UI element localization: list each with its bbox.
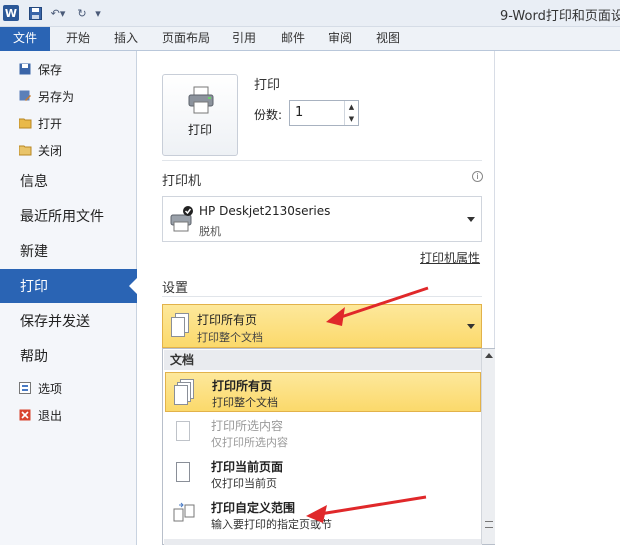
chevron-down-icon (467, 217, 475, 222)
tab-review[interactable]: 审阅 (322, 27, 358, 51)
printer-status: 脱机 (199, 225, 221, 238)
save-icon[interactable] (27, 4, 43, 22)
menu-item-title: 打印当前页面 (211, 460, 284, 474)
exit-icon (18, 408, 32, 422)
print-preview-area (495, 51, 620, 545)
nav-options-label: 选项 (38, 381, 63, 396)
print-button-label: 打印 (187, 123, 212, 137)
open-folder-icon (18, 116, 32, 130)
selected-range-title: 打印所有页 (197, 313, 258, 327)
ribbon-tabs: 文件 开始 插入 页面布局 引用 邮件 审阅 视图 (0, 27, 620, 51)
chevron-down-icon (467, 324, 475, 329)
nav-close-label: 关闭 (38, 143, 63, 158)
menu-item-desc: 仅打印所选内容 (211, 436, 288, 449)
menu-section-document: 文档 (164, 350, 482, 370)
undo-icon[interactable]: ↶▾ (47, 4, 69, 22)
nav-help[interactable]: 帮助 (0, 339, 137, 373)
close-folder-icon (18, 143, 32, 157)
all-pages-icon (174, 379, 194, 405)
save-icon (18, 62, 32, 76)
printer-name: HP Deskjet2130series (199, 204, 331, 218)
tab-mailings[interactable]: 邮件 (275, 27, 311, 51)
custom-range-icon (173, 501, 195, 525)
nav-save-send[interactable]: 保存并发送 (0, 304, 137, 338)
nav-open[interactable]: 打开 (0, 111, 137, 135)
divider (162, 160, 482, 161)
nav-open-label: 打开 (38, 116, 63, 131)
nav-exit[interactable]: 退出 (0, 403, 137, 427)
tab-insert[interactable]: 插入 (108, 27, 144, 51)
printer-header: 打印机 (162, 174, 202, 189)
save-as-icon (18, 89, 32, 103)
menu-item-title: 打印所有页 (212, 379, 273, 393)
printer-dropdown[interactable]: HP Deskjet2130series 脱机 (162, 196, 482, 242)
print-range-menu: 文档 打印所有页 打印整个文档 打印所选内容 仅打印所选内容 打印当前页面 仅打… (162, 348, 497, 545)
info-icon[interactable]: i (472, 171, 483, 182)
nav-recent[interactable]: 最近所用文件 (0, 199, 137, 233)
print-button[interactable]: 打印 (162, 74, 238, 156)
menu-item-desc: 仅打印当前页 (211, 477, 277, 490)
menu-item-desc: 打印整个文档 (212, 396, 278, 409)
redo-icon[interactable]: ↻ (74, 4, 90, 22)
menu-item-desc: 输入要打印的指定页或节 (211, 518, 332, 531)
divider (162, 296, 482, 297)
selection-page-icon (173, 419, 193, 445)
tab-references[interactable]: 引用 (226, 27, 262, 51)
options-icon (18, 381, 32, 395)
menu-item-title: 打印自定义范围 (211, 501, 296, 515)
menu-item-print-custom[interactable]: 打印自定义范围 输入要打印的指定页或节 (165, 495, 481, 535)
tab-file[interactable]: 文件 (0, 27, 50, 51)
nav-close[interactable]: 关闭 (0, 138, 137, 162)
nav-save-label: 保存 (38, 62, 63, 77)
menu-item-title: 打印所选内容 (211, 419, 284, 433)
tab-home[interactable]: 开始 (58, 27, 98, 51)
printer-properties-link[interactable]: 打印机属性 (420, 249, 480, 266)
copies-spin-buttons[interactable]: ▲ ▼ (344, 101, 358, 125)
word-app-icon[interactable]: W (3, 5, 19, 21)
all-pages-icon (171, 313, 191, 339)
title-bar: W ↶▾ ↻ ▾ 9-Word打印和页面设 (0, 0, 620, 27)
menu-item-print-current[interactable]: 打印当前页面 仅打印当前页 (165, 454, 481, 494)
menu-item-print-all[interactable]: 打印所有页 打印整个文档 (165, 372, 481, 412)
copies-stepper[interactable]: 1 ▲ ▼ (289, 100, 359, 126)
copies-label: 份数: (254, 108, 283, 122)
current-page-icon (173, 460, 193, 486)
menu-section-partial (164, 539, 482, 545)
print-header: 打印 (254, 78, 281, 93)
menu-scrollbar[interactable] (481, 349, 496, 544)
copies-value: 1 (295, 105, 304, 120)
nav-options[interactable]: 选项 (0, 376, 137, 400)
scroll-up-icon[interactable] (485, 353, 493, 358)
menu-item-print-selection: 打印所选内容 仅打印所选内容 (165, 413, 481, 453)
nav-new[interactable]: 新建 (0, 234, 137, 268)
nav-save-as-label: 另存为 (38, 89, 75, 104)
tab-page-layout[interactable]: 页面布局 (155, 27, 217, 51)
print-range-dropdown[interactable]: 打印所有页 打印整个文档 (162, 304, 482, 348)
selected-range-desc: 打印整个文档 (197, 331, 263, 344)
settings-header: 设置 (162, 281, 189, 296)
nav-save-as[interactable]: 另存为 (0, 84, 137, 108)
nav-save[interactable]: 保存 (0, 57, 137, 81)
customize-quick-access-icon[interactable]: ▾ (93, 4, 103, 22)
printer-icon (188, 86, 214, 114)
backstage-nav: 保存 另存为 打开 关闭 信息 最近所用文件 新建 打印 保存并发送 帮助 选项… (0, 51, 138, 545)
window-title: 9-Word打印和页面设 (500, 9, 620, 24)
nav-exit-label: 退出 (38, 408, 63, 423)
printer-icon (170, 206, 193, 232)
tab-view[interactable]: 视图 (370, 27, 406, 51)
nav-info[interactable]: 信息 (0, 164, 137, 198)
scroll-grip-icon[interactable] (485, 521, 493, 528)
nav-print[interactable]: 打印 (0, 269, 138, 303)
